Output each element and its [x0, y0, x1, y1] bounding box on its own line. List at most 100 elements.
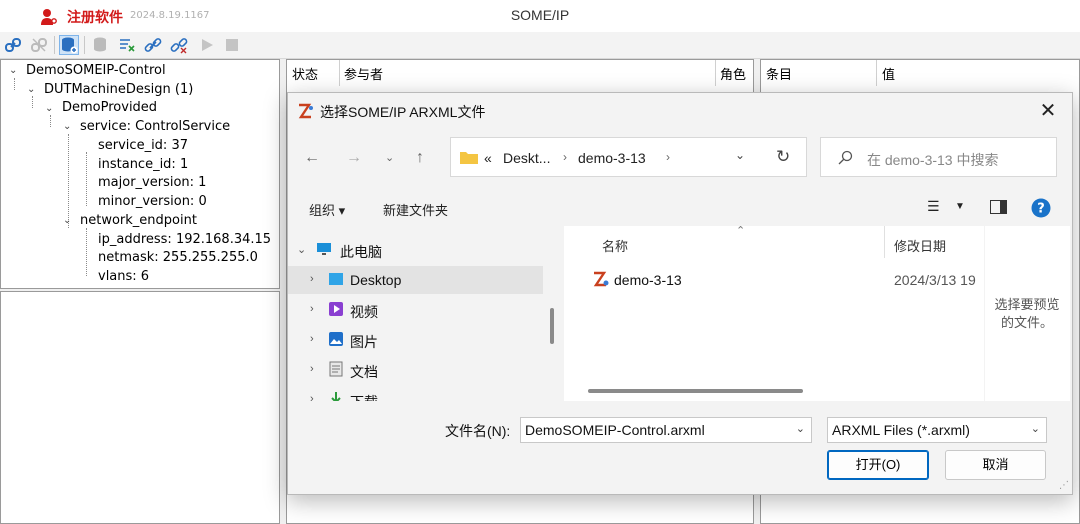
collapse-icon[interactable]: ⌄: [63, 215, 71, 226]
toolbar-separator: [84, 36, 85, 54]
forward-arrow-icon[interactable]: →: [346, 149, 362, 167]
col-modified-header[interactable]: 修改日期: [894, 236, 946, 255]
collapsed-chevron-icon[interactable]: ›: [310, 393, 314, 401]
col-role[interactable]: 角色: [720, 64, 746, 83]
up-arrow-icon[interactable]: ↑: [416, 149, 424, 167]
collapsed-chevron-icon[interactable]: ›: [310, 363, 314, 375]
disconnect-button[interactable]: [29, 35, 49, 55]
arxml-tree[interactable]: ⌄ DemoSOMEIP-Control ⌄ DUTMachineDesign …: [0, 59, 280, 289]
load-database-button[interactable]: [59, 35, 79, 55]
organize-menu[interactable]: 组织 ▾: [309, 200, 345, 219]
tree-node-major-version[interactable]: major_version: 1: [98, 175, 206, 191]
arxml-file-icon: [593, 271, 609, 287]
view-list-icon[interactable]: ☰: [927, 198, 940, 215]
open-file-dialog: 选择SOME/IP ARXML文件 ✕ ← → ⌄ ↑ « Deskt... ›…: [287, 92, 1073, 495]
recent-chevron-icon[interactable]: ⌄: [385, 151, 394, 164]
tree-node-service-id[interactable]: service_id: 37: [98, 138, 188, 154]
nav-item-downloads[interactable]: › 下载: [288, 386, 543, 401]
filetype-select[interactable]: ARXML Files (*.arxml) ⌄: [827, 417, 1047, 443]
collapse-icon[interactable]: ⌄: [9, 65, 17, 76]
preview-hint: 选择要预览的文件。: [994, 297, 1060, 330]
col-separator[interactable]: [715, 60, 716, 86]
link-button[interactable]: [143, 35, 163, 55]
link-icon: [5, 38, 21, 52]
collapse-icon[interactable]: ⌄: [27, 84, 35, 95]
tree-node-instance-id[interactable]: instance_id: 1: [98, 157, 188, 173]
tree-connector: [14, 78, 15, 90]
breadcrumb-separator-icon[interactable]: ›: [666, 150, 670, 164]
breadcrumb-separator-icon[interactable]: ›: [563, 150, 567, 164]
chevron-down-icon[interactable]: ⌄: [1031, 422, 1040, 435]
file-row[interactable]: demo-3-13 2024/3/13 19: [564, 266, 984, 294]
clear-list-icon: [120, 39, 135, 52]
nav-item-pictures[interactable]: › 图片: [288, 326, 543, 354]
nav-item-videos[interactable]: › 视频: [288, 296, 543, 324]
remove-database-button[interactable]: [91, 35, 111, 55]
col-separator[interactable]: [876, 60, 877, 86]
nav-item-desktop[interactable]: › Desktop: [288, 266, 543, 294]
col-item[interactable]: 条目: [766, 64, 792, 83]
address-bar[interactable]: « Deskt... › demo-3-13 › ⌄ ↻: [450, 137, 807, 177]
collapse-icon[interactable]: ⌄: [63, 121, 71, 132]
breadcrumb-desktop[interactable]: Deskt...: [503, 150, 550, 166]
breadcrumb-overflow[interactable]: «: [484, 150, 492, 166]
chevron-down-icon[interactable]: ⌄: [796, 422, 805, 435]
col-value[interactable]: 值: [882, 64, 895, 83]
breadcrumb-demo[interactable]: demo-3-13: [578, 150, 646, 166]
picture-icon: [329, 332, 343, 346]
detail-pane: [0, 291, 280, 524]
new-folder-button[interactable]: 新建文件夹: [383, 200, 448, 219]
tree-node-root[interactable]: DemoSOMEIP-Control: [26, 63, 166, 79]
cancel-button[interactable]: 取消: [945, 450, 1046, 480]
tree-connector: [50, 115, 51, 127]
view-dropdown-icon[interactable]: ▼: [955, 201, 965, 212]
desktop-icon: [329, 273, 343, 285]
tree-node-vlans[interactable]: vlans: 6: [98, 269, 149, 285]
tree-node-network-endpoint[interactable]: network_endpoint: [80, 213, 197, 229]
database-add-icon: [62, 37, 78, 54]
tree-node-minor-version[interactable]: minor_version: 0: [98, 194, 207, 210]
stop-button[interactable]: [222, 35, 242, 55]
collapse-icon[interactable]: ⌄: [45, 103, 53, 114]
open-button[interactable]: 打开(O): [827, 450, 929, 480]
filename-input[interactable]: DemoSOMEIP-Control.arxml ⌄: [520, 417, 812, 443]
tree-node-service[interactable]: service: ControlService: [80, 119, 230, 135]
tree-connector: [86, 228, 87, 276]
preview-pane-icon[interactable]: [990, 200, 1007, 214]
col-participant[interactable]: 参与者: [344, 64, 383, 83]
back-arrow-icon[interactable]: ←: [304, 149, 320, 167]
nav-item-this-pc[interactable]: ⌄ 此电脑: [288, 236, 543, 264]
dialog-footer: 文件名(N): DemoSOMEIP-Control.arxml ⌄ ARXML…: [288, 401, 1072, 494]
tree-node-provided[interactable]: DemoProvided: [62, 100, 157, 116]
col-status[interactable]: 状态: [292, 64, 318, 83]
tree-node-ip-address[interactable]: ip_address: 192.168.34.15: [98, 232, 271, 248]
start-button[interactable]: [197, 35, 217, 55]
svg-text:?: ?: [1037, 202, 1045, 217]
navigation-pane[interactable]: ⌄ 此电脑 › Desktop › 视频 › 图片 › 文档 › 下载: [288, 226, 550, 401]
collapsed-chevron-icon[interactable]: ›: [310, 333, 314, 345]
clear-list-button[interactable]: [117, 35, 137, 55]
close-icon[interactable]: ✕: [1036, 99, 1060, 123]
col-separator[interactable]: [884, 226, 885, 258]
computer-icon: [317, 243, 331, 255]
nav-item-documents[interactable]: › 文档: [288, 356, 543, 384]
search-box[interactable]: 在 demo-3-13 中搜索: [820, 137, 1057, 177]
refresh-icon[interactable]: ↻: [776, 147, 790, 167]
col-separator[interactable]: [339, 60, 340, 86]
horizontal-scrollbar[interactable]: [588, 389, 803, 393]
address-dropdown-icon[interactable]: ⌄: [735, 148, 745, 162]
filename-label: 文件名(N):: [445, 423, 511, 439]
file-list[interactable]: ⌃ 名称 修改日期 demo-3-13 2024/3/13 19: [564, 225, 984, 401]
tree-node-netmask[interactable]: netmask: 255.255.255.0: [98, 250, 258, 266]
nav-scrollbar[interactable]: [550, 308, 554, 344]
connect-button[interactable]: [3, 35, 23, 55]
collapsed-chevron-icon[interactable]: ›: [310, 303, 314, 315]
tree-node-machine[interactable]: DUTMachineDesign (1): [44, 82, 193, 98]
collapsed-chevron-icon[interactable]: ›: [310, 273, 314, 285]
help-icon[interactable]: ?: [1031, 198, 1051, 218]
resize-grip-icon[interactable]: ⋰: [1059, 480, 1069, 491]
unlink-button[interactable]: [169, 35, 189, 55]
col-name-header[interactable]: 名称: [602, 236, 628, 255]
file-name: demo-3-13: [614, 272, 682, 288]
expanded-chevron-icon[interactable]: ⌄: [297, 243, 306, 256]
